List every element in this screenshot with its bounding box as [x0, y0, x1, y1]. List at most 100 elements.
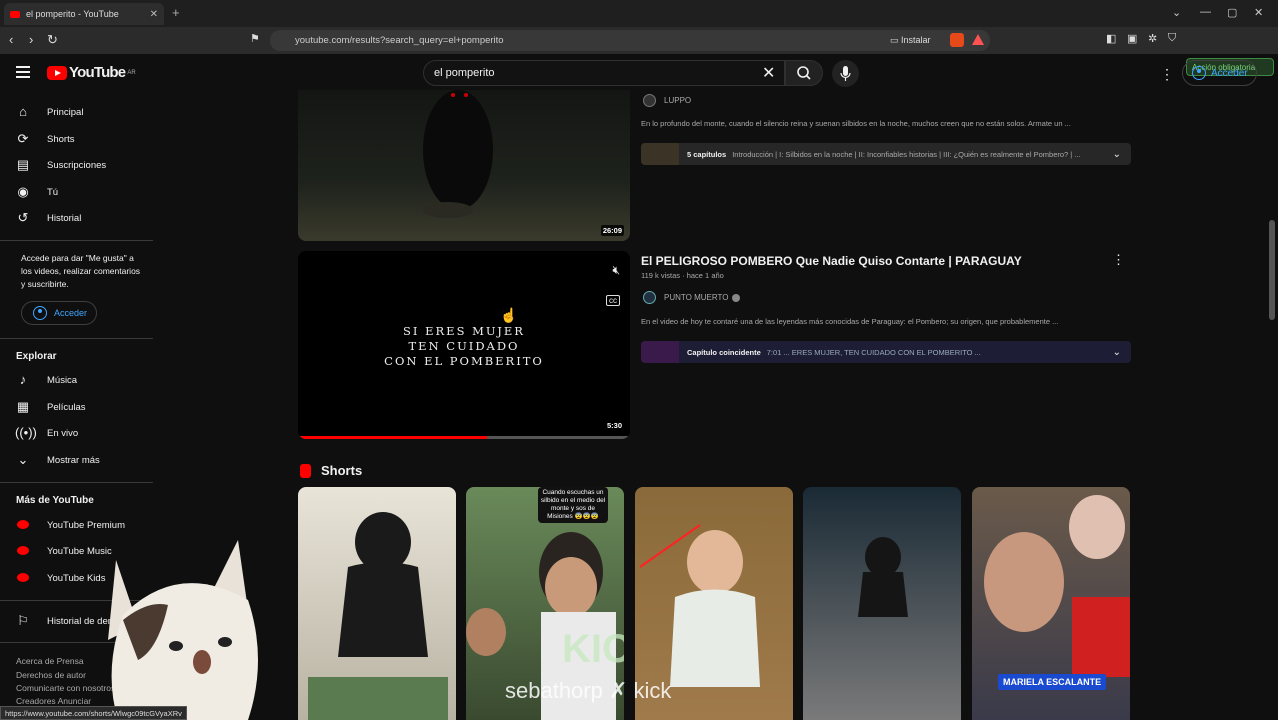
sidebar-item-principal[interactable]: ⌂ Principal: [15, 104, 83, 120]
search-input[interactable]: el pomperito: [423, 60, 785, 86]
video-description: En el video de hoy te contaré una de las…: [641, 317, 1059, 326]
short-card[interactable]: [803, 487, 961, 720]
captions-icon[interactable]: cc: [606, 295, 620, 306]
youtube-kids-icon: [15, 570, 31, 586]
sidebar-item-label: Tú: [47, 186, 59, 198]
sidebar-item-music[interactable]: ♪ Música: [15, 372, 77, 388]
reload-icon[interactable]: ↻: [47, 32, 58, 48]
tab-close-icon[interactable]: ✕: [150, 9, 158, 20]
video-duration: 5:30: [604, 420, 624, 431]
video-thumbnail[interactable]: 26:09: [298, 90, 630, 241]
chevron-down-icon[interactable]: ⌄: [1113, 149, 1121, 160]
url-text: youtube.com/results?search_query=el+pomp…: [295, 35, 504, 46]
page-scrollbar[interactable]: [1269, 220, 1275, 320]
sidebar-item-history[interactable]: ↺ Historial: [15, 210, 82, 226]
footer-link[interactable]: Acerca de Prensa: [16, 656, 84, 666]
hamburger-menu-icon[interactable]: [16, 66, 30, 78]
settings-more-icon[interactable]: ⋮: [1160, 66, 1174, 83]
more-options-icon[interactable]: ⋮: [1112, 252, 1125, 268]
back-icon[interactable]: ‹: [9, 32, 13, 47]
bookmark-icon[interactable]: ⚑: [250, 32, 260, 45]
you-icon: ◉: [17, 184, 29, 199]
sidebar-item-movies[interactable]: ▦ Películas: [15, 399, 86, 415]
sidebar-item-label: Mostrar más: [47, 454, 100, 466]
account-icon: [1192, 66, 1206, 80]
forward-icon[interactable]: ›: [29, 32, 33, 47]
address-bar[interactable]: youtube.com/results?search_query=el+pomp…: [270, 30, 990, 51]
window-close-icon[interactable]: ✕: [1254, 6, 1263, 19]
browser-toolbar: ‹ › ↻ ⚑ youtube.com/results?search_query…: [0, 27, 1278, 76]
account-icon: [33, 306, 47, 320]
matching-chapter-bar[interactable]: Capítulo coincidente 7:01 ... ERES MUJER…: [641, 341, 1131, 363]
more-from-youtube-heading: Más de YouTube: [16, 495, 94, 506]
video-thumbnail[interactable]: SI ERES MUJER TEN CUIDADO CON EL POMBERI…: [298, 251, 630, 439]
sidebar-toggle-icon[interactable]: ◧: [1106, 32, 1116, 45]
short-card[interactable]: MARIELA ESCALANTE: [972, 487, 1130, 720]
chapter-thumbnail: [641, 341, 679, 363]
new-tab-button[interactable]: +: [172, 5, 180, 20]
chapters-bar[interactable]: 5 capítulos Introducción | I: Silbidos e…: [641, 143, 1131, 165]
short-overlay-text: Cuando escuchas un silbido en el medio d…: [538, 487, 608, 523]
live-icon: ((•)): [15, 425, 37, 440]
channel-link[interactable]: LUPPO: [643, 94, 691, 107]
youtube-logo[interactable]: YouTube AR: [47, 64, 136, 81]
sidebar-item-label: Shorts: [47, 133, 75, 145]
sidebar-item-label: Principal: [47, 106, 84, 118]
short-card[interactable]: [298, 487, 456, 720]
footer-link[interactable]: Creadores Anunciar: [16, 696, 91, 706]
chapters-text: Introducción | I: Silbidos en la noche |…: [732, 149, 1081, 159]
short-thumbnail-image: [308, 512, 448, 720]
movies-icon: ▦: [16, 399, 30, 414]
minimize-icon[interactable]: —: [1200, 6, 1211, 18]
voice-search-button[interactable]: [832, 60, 859, 87]
shorts-icon: [300, 463, 311, 478]
shield-icon[interactable]: ⛉: [1168, 32, 1176, 45]
sidebar-divider: [0, 482, 153, 483]
sidebar-item-label: Películas: [47, 401, 86, 413]
sidebar-signin-button[interactable]: Acceder: [21, 301, 97, 325]
wallet-icon[interactable]: ▣: [1127, 32, 1137, 45]
logo-text: YouTube: [69, 64, 126, 81]
footer-link[interactable]: Derechos de autor: [16, 670, 86, 680]
microphone-icon: [840, 66, 851, 81]
clear-search-icon[interactable]: ✕: [762, 63, 775, 83]
chevron-down-icon[interactable]: ⌄: [1172, 6, 1181, 19]
sidebar-item-youtube-kids[interactable]: YouTube Kids: [15, 570, 105, 586]
progress-track[interactable]: [298, 436, 630, 439]
sidebar-item-subscriptions[interactable]: ▤ Suscripciones: [15, 157, 106, 173]
sidebar-item-show-more[interactable]: ⌄ Mostrar más: [15, 452, 100, 468]
search-icon: [797, 66, 811, 80]
sidebar-item-shorts[interactable]: ⟳ Shorts: [15, 131, 75, 147]
sidebar-item-you[interactable]: ◉ Tú: [15, 184, 58, 200]
extensions-icon[interactable]: ✲: [1148, 32, 1157, 45]
channel-avatar: [643, 291, 656, 304]
restore-icon[interactable]: ▢: [1227, 6, 1237, 19]
sidebar-item-label: YouTube Kids: [47, 572, 106, 584]
search-button[interactable]: [785, 60, 823, 86]
kick-watermark: KICK: [562, 627, 624, 671]
browser-tab[interactable]: el pomperito - YouTube ✕: [4, 3, 164, 25]
short-overlay-text: MARIELA ESCALANTE: [998, 674, 1107, 690]
music-icon: ♪: [19, 372, 27, 387]
channel-name: LUPPO: [664, 96, 692, 105]
video-title[interactable]: El PELIGROSO POMBERO Que Nadie Quiso Con…: [641, 254, 1022, 268]
signin-button[interactable]: Acceder: [1182, 60, 1257, 86]
sidebar-item-live[interactable]: ((•)) En vivo: [15, 425, 78, 441]
shorts-heading: Shorts: [300, 463, 362, 478]
channel-link[interactable]: PUNTO MUERTO: [643, 291, 741, 304]
channel-avatar: [643, 94, 656, 107]
youtube-music-icon: [15, 543, 31, 559]
tab-title: el pomperito - YouTube: [26, 9, 119, 19]
chapters-count: 5 capítulos: [687, 149, 727, 159]
creature-thumbnail-image: [423, 90, 493, 218]
chevron-down-icon[interactable]: ⌄: [1113, 347, 1121, 358]
thumbnail-text: SI ERES MUJER TEN CUIDADO CON EL POMBERI…: [298, 324, 630, 369]
install-app-button[interactable]: ▭ Instalar: [890, 35, 931, 46]
sidebar-item-label: En vivo: [47, 427, 79, 439]
mute-icon[interactable]: 🔇︎: [612, 263, 620, 278]
short-thumbnail-image: [858, 537, 908, 617]
brave-shield-icon[interactable]: [950, 33, 964, 47]
status-bar-url: https://www.youtube.com/shorts/Wlwgc09tc…: [0, 706, 187, 720]
signin-label: Acceder: [1211, 68, 1248, 79]
brave-rewards-icon[interactable]: [972, 34, 984, 45]
